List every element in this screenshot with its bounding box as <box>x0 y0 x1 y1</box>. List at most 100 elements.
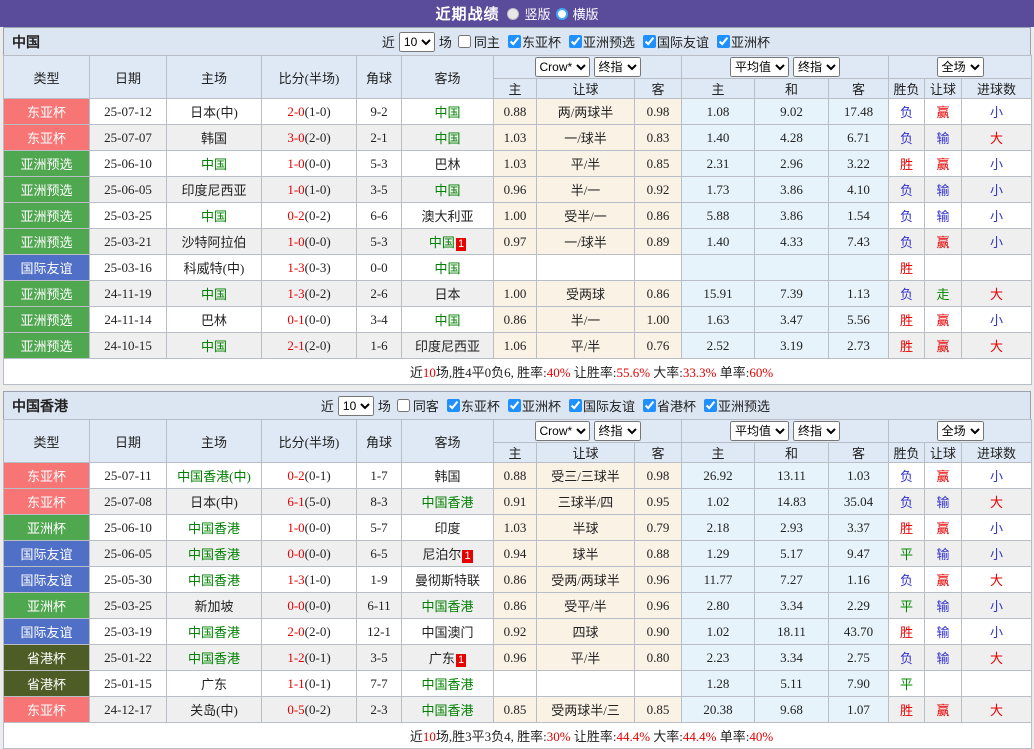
avg-away-odds: 17.48 <box>828 98 890 125</box>
scope-select[interactable]: 全场 <box>936 57 984 77</box>
home-team-name: 中国香港 <box>187 625 240 640</box>
league-filter-checkbox[interactable] <box>642 399 656 412</box>
goals-result: 大 <box>961 566 1033 593</box>
away-odds: 0.96 <box>633 592 683 619</box>
fulltime-score: 0-0 <box>287 545 305 561</box>
match-row: 东亚杯 25-07-08 日本(中) 6-1(5-0) 8-3 中国香港 0.91 三球半/四… <box>3 488 1033 515</box>
competition-badge: 亚洲杯 <box>3 592 90 619</box>
match-result: 负 <box>888 124 926 151</box>
avg-away-odds: 1.07 <box>828 696 890 723</box>
match-result: 胜 <box>888 332 926 359</box>
away-odds: 1.00 <box>633 306 683 333</box>
vertical-layout-radio[interactable] <box>507 7 520 20</box>
home-team: 广东 <box>166 670 262 697</box>
goals-result: 大 <box>961 696 1033 723</box>
home-team: 中国香港 <box>166 644 262 671</box>
match-row: 亚洲预选 24-11-19 中国 1-3(0-2) 2-6 日本 1.00 受两球 0.86 15… <box>3 280 1033 307</box>
league-filter-checkbox[interactable] <box>703 399 717 412</box>
same-venue-checkbox[interactable] <box>457 35 471 48</box>
bookmaker-select[interactable]: Crow* <box>534 421 590 441</box>
score: 1-0(0-0) <box>261 514 357 541</box>
section-title: 中国 <box>12 35 40 51</box>
away-odds: 0.98 <box>633 98 683 125</box>
competition-badge: 国际友谊 <box>3 540 90 567</box>
bookmaker-select[interactable]: Crow* <box>534 57 590 77</box>
score: 3-0(2-0) <box>261 124 357 151</box>
vertical-layout-label[interactable]: 竖版 <box>524 4 550 23</box>
recent-count-select[interactable]: 10 <box>398 31 435 52</box>
odds-stage-select[interactable]: 终指 <box>593 57 641 77</box>
league-filter-checkbox[interactable] <box>568 399 582 412</box>
away-team-name: 韩国 <box>434 469 461 484</box>
match-result: 负 <box>888 644 926 671</box>
corner-score: 8-3 <box>356 488 402 515</box>
average-select[interactable]: 平均值 <box>730 421 790 441</box>
handicap-line: 三球半/四 <box>536 488 635 515</box>
league-filter-checkbox[interactable] <box>507 399 521 412</box>
corner-score: 0-0 <box>356 254 402 281</box>
avg-stage-select[interactable]: 终指 <box>793 57 841 77</box>
goals-result: 小 <box>961 592 1033 619</box>
corner-score: 3-5 <box>356 644 402 671</box>
league-filter-checkbox[interactable] <box>716 35 730 48</box>
match-date: 25-07-08 <box>89 488 167 515</box>
goals-result <box>961 670 1033 697</box>
summary-text: 40% <box>749 729 774 744</box>
odds-stage-select[interactable]: 终指 <box>593 421 641 441</box>
goals-result: 小 <box>961 306 1033 333</box>
horizontal-layout-radio[interactable] <box>555 7 568 20</box>
away-team-name: 中国 <box>428 235 455 250</box>
games-label: 场 <box>377 399 391 414</box>
goals-result: 大 <box>961 488 1033 515</box>
summary-text: 单率: <box>716 365 750 380</box>
same-venue-checkbox[interactable] <box>396 399 410 412</box>
match-date: 24-10-15 <box>89 332 167 359</box>
average-group-header: 平均值 终指 <box>681 55 890 79</box>
home-odds: 0.86 <box>493 592 537 619</box>
home-odds: 0.91 <box>493 488 537 515</box>
league-filter-checkbox[interactable] <box>446 399 460 412</box>
league-filter-label: 亚洲预选 <box>582 35 635 50</box>
league-filter-checkbox[interactable] <box>568 35 582 48</box>
avg-away-odds: 3.37 <box>828 514 890 541</box>
avg-home-odds: 2.31 <box>681 150 756 177</box>
away-odds: 0.85 <box>633 696 683 723</box>
handicap-line: 球半 <box>536 540 635 567</box>
away-odds: 0.90 <box>633 618 683 645</box>
competition-badge: 国际友谊 <box>3 566 90 593</box>
goals-result: 小 <box>961 228 1033 255</box>
match-row: 国际友谊 25-06-05 中国香港 0-0(0-0) 6-5 尼泊尔 1 0.94 球半 0.8… <box>3 540 1033 567</box>
summary-text: 44.4% <box>682 729 717 744</box>
average-select[interactable]: 平均值 <box>730 57 790 77</box>
league-filter-label: 东亚杯 <box>460 399 500 414</box>
scope-select[interactable]: 全场 <box>936 421 984 441</box>
home-odds: 0.94 <box>493 540 537 567</box>
match-date: 25-03-19 <box>89 618 167 645</box>
match-result: 平 <box>888 670 926 697</box>
match-row: 亚洲预选 25-03-21 沙特阿拉伯 1-0(0-0) 5-3 中国 1 0.97 一/球半 0… <box>3 228 1033 255</box>
corner-score: 3-4 <box>356 306 402 333</box>
league-filter-checkbox[interactable] <box>507 35 521 48</box>
league-filter-checkbox[interactable] <box>642 35 656 48</box>
halftime-score: (0-2) <box>304 285 331 301</box>
away-odds: 0.85 <box>633 150 683 177</box>
home-odds <box>493 670 537 697</box>
corner-score: 6-11 <box>356 592 402 619</box>
handicap-result <box>924 670 963 697</box>
home-odds: 1.00 <box>493 280 537 307</box>
fulltime-score: 1-3 <box>287 285 305 301</box>
corner-score: 2-1 <box>356 124 402 151</box>
score: 0-2(0-2) <box>261 202 357 229</box>
summary-text: 近 <box>409 365 423 380</box>
sub-col-result: 胜负 <box>888 78 926 99</box>
handicap-result: 走 <box>924 280 963 307</box>
horizontal-layout-label[interactable]: 横版 <box>573 4 599 23</box>
league-filter: 亚洲预选 <box>565 32 635 51</box>
avg-home-odds: 1.02 <box>681 488 756 515</box>
avg-stage-select[interactable]: 终指 <box>793 421 841 441</box>
col-corner: 角球 <box>356 419 402 463</box>
summary-text: 30% <box>546 729 571 744</box>
handicap-result: 输 <box>924 644 963 671</box>
score: 1-0(1-0) <box>261 176 357 203</box>
recent-count-select[interactable]: 10 <box>337 395 374 416</box>
